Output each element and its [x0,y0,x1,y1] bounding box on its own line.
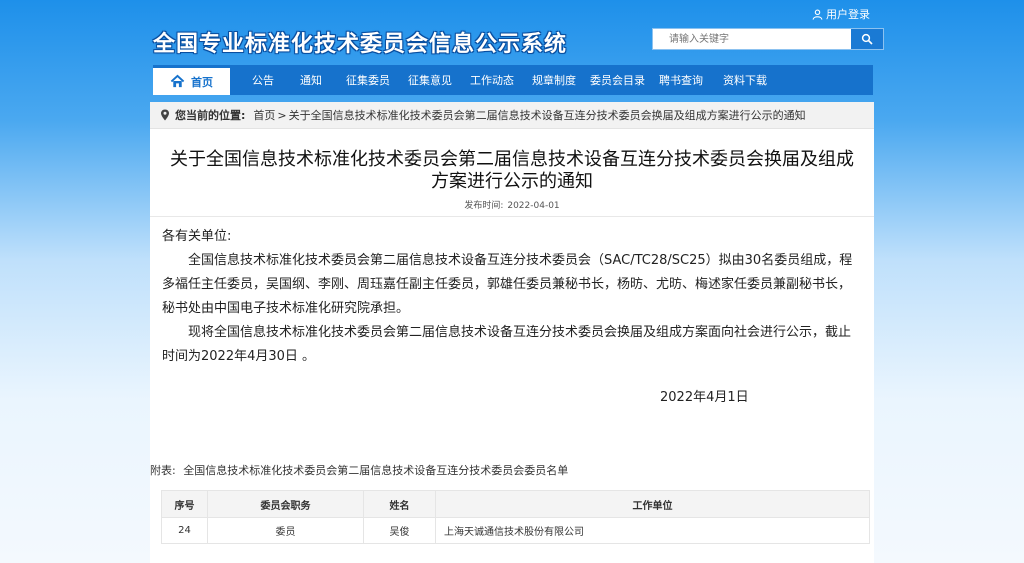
publish-date: 2022-04-01 [507,201,560,211]
members-table: 序号 委员会职务 姓名 工作单位 24 委员 吴俊 上海天诚通信技术股份有限公司 [161,490,870,544]
breadcrumb-separator: > [277,108,287,122]
breadcrumb-label: 您当前的位置: [175,109,246,122]
login-link[interactable]: 用户登录 [812,6,870,22]
user-icon [812,9,823,20]
table-header-row: 序号 委员会职务 姓名 工作单位 [161,490,870,518]
attachment-title: 全国信息技术标准化技术委员会第二届信息技术设备互连分技术委员会委员名单 [183,464,569,477]
search-input[interactable] [653,29,851,49]
attachment-label: 附表: [150,464,176,477]
breadcrumb: 您当前的位置: 首页 > 关于全国信息技术标准化技术委员会第二届信息技术设备互连… [150,102,874,129]
table-row: 24 委员 吴俊 上海天诚通信技术股份有限公司 [161,517,870,544]
nav-item-certificate-query[interactable]: 聘书查询 [653,72,711,88]
nav-item-committee-directory[interactable]: 委员会目录 [584,72,653,88]
publish-label: 发布时间: [464,201,504,211]
home-icon [170,74,185,88]
search-box [652,28,884,50]
article-body: 各有关单位: 全国信息技术标准化技术委员会第二届信息技术设备互连分技术委员会（S… [150,225,874,369]
nav-item-regulations[interactable]: 规章制度 [522,72,584,88]
nav-item-announcement[interactable]: 公告 [230,72,282,88]
cell-name: 吴俊 [363,517,436,544]
cell-employer: 上海天诚通信技术股份有限公司 [435,517,870,544]
cell-index: 24 [161,517,208,544]
col-header-employer: 工作单位 [435,490,870,518]
article-paragraph-1: 全国信息技术标准化技术委员会第二届信息技术设备互连分技术委员会（SAC/TC28… [162,253,853,316]
article-paragraph-2: 现将全国信息技术标准化技术委员会第二届信息技术设备互连分技术委员会换届及组成方案… [162,325,852,364]
nav-item-downloads[interactable]: 资料下载 [711,72,775,88]
title-divider [150,216,874,217]
nav-item-notice[interactable]: 通知 [282,72,330,88]
nav-item-work-news[interactable]: 工作动态 [460,72,522,88]
nav-home-label: 首页 [191,75,213,89]
nav-items: 公告 通知 征集委员 征集意见 工作动态 规章制度 委员会目录 聘书查询 资料下… [230,65,775,95]
publish-info: 发布时间: 2022-04-01 [150,198,874,211]
main-nav: 首页 公告 通知 征集委员 征集意见 工作动态 规章制度 委员会目录 聘书查询 … [153,65,873,95]
search-icon [861,33,873,45]
breadcrumb-home-link[interactable]: 首页 [253,107,275,123]
breadcrumb-current: 关于全国信息技术标准化技术委员会第二届信息技术设备互连分技术委员会换届及组成方案… [288,109,806,122]
col-header-position: 委员会职务 [207,490,364,518]
signature-date: 2022年4月1日 [660,390,749,405]
cell-position: 委员 [207,517,364,544]
nav-item-solicit-opinions[interactable]: 征集意见 [398,72,460,88]
attachment-caption: 附表: 全国信息技术标准化技术委员会第二届信息技术设备互连分技术委员会委员名单 [150,462,568,478]
site-title: 全国专业标准化技术委员会信息公示系统 [153,32,568,57]
nav-home[interactable]: 首页 [153,65,230,95]
search-button[interactable] [851,29,883,49]
col-header-name: 姓名 [363,490,436,518]
location-pin-icon [161,109,169,121]
article-title: 关于全国信息技术标准化技术委员会第二届信息技术设备互连分技术委员会换届及组成方案… [170,149,854,192]
login-label: 用户登录 [826,8,870,21]
nav-item-recruit-members[interactable]: 征集委员 [330,72,398,88]
col-header-index: 序号 [161,490,208,518]
salutation: 各有关单位: [162,229,232,244]
